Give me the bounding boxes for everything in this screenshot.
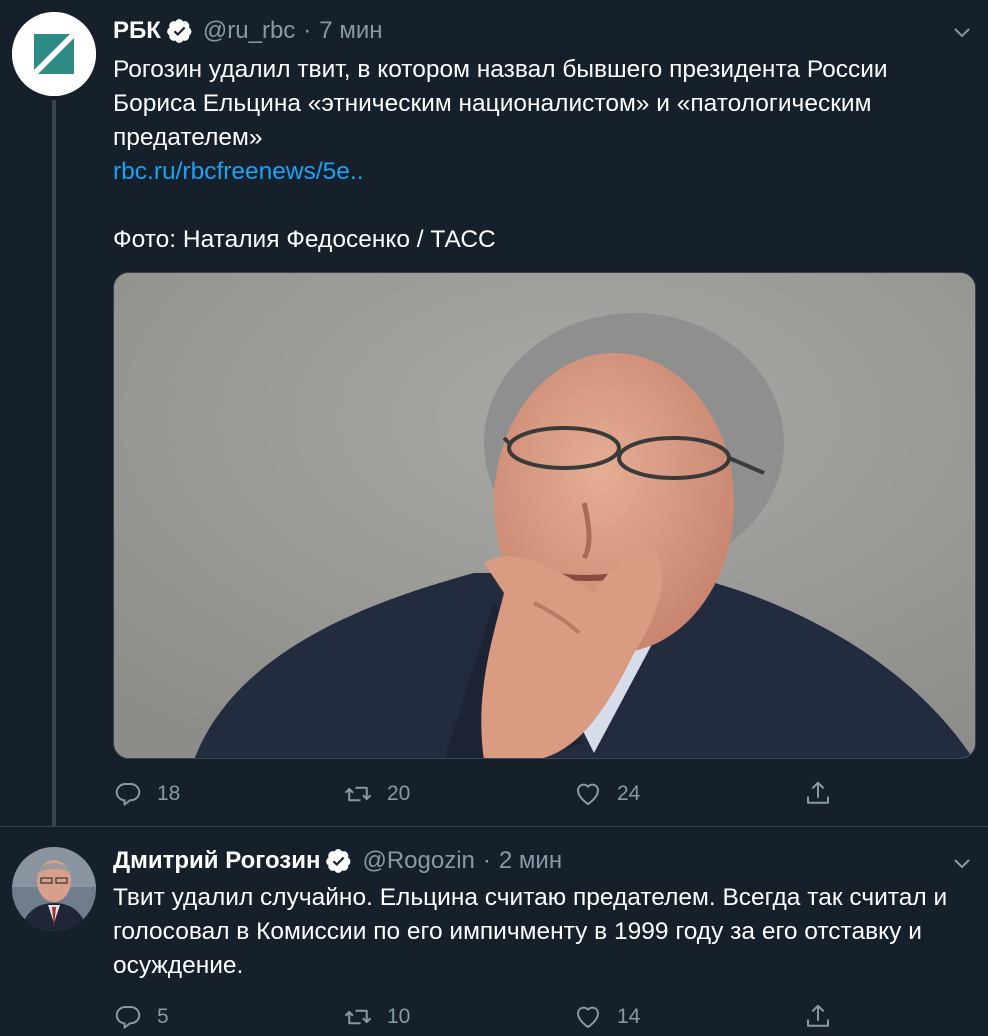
author-handle[interactable]: @Rogozin [362, 847, 474, 875]
chevron-down-icon[interactable] [952, 22, 972, 42]
share-button[interactable] [803, 997, 833, 1036]
separator-dot: · [303, 17, 312, 44]
reply-icon [115, 783, 141, 806]
share-button[interactable] [803, 774, 833, 814]
author-name[interactable]: Дмитрий Рогозин [113, 847, 320, 875]
reply-count: 18 [157, 782, 181, 805]
tweet-header: Дмитрий Рогозин @Rogozin · 2 мин [113, 845, 562, 877]
avatar-portrait-icon [12, 847, 96, 931]
tweet-actions: 5 10 14 [113, 997, 853, 1036]
thread-connector [52, 100, 56, 826]
retweet-count: 20 [387, 782, 411, 805]
tweet-rbc[interactable]: РБК @ru_rbc · 7 мин Рогозин удалил твит,… [0, 0, 988, 826]
reply-icon [115, 1006, 141, 1029]
tweet-rogozin[interactable]: Дмитрий Рогозин @Rogozin · 2 мин Твит уд… [0, 826, 988, 1036]
tweet-text: Рогозин удалил твит, в котором назвал бы… [113, 53, 973, 257]
heart-icon [577, 783, 599, 805]
tweet-text: Твит удалил случайно. Ельцина считаю пре… [113, 881, 973, 983]
tweet-body: Твит удалил случайно. Ельцина считаю пре… [113, 884, 948, 979]
share-icon [807, 1004, 829, 1027]
tweet-timestamp[interactable]: 2 мин [499, 847, 562, 875]
retweet-button[interactable]: 20 [343, 774, 410, 814]
tweet-timestamp[interactable]: 7 мин [319, 17, 382, 45]
author-handle[interactable]: @ru_rbc [203, 17, 295, 45]
tweet-link[interactable]: rbc.ru/rbcfreenews/5e.. [113, 155, 973, 189]
photo-credit: Фото: Наталия Федосенко / ТАСС [113, 226, 496, 253]
tweet-body: Рогозин удалил твит, в котором назвал бы… [113, 56, 888, 151]
avatar-rogozin[interactable] [12, 847, 96, 931]
separator-dot: · [482, 847, 491, 874]
tweet-photo[interactable] [113, 272, 976, 759]
heart-icon [577, 1006, 599, 1028]
like-button[interactable]: 14 [573, 997, 640, 1036]
reply-button[interactable]: 18 [113, 774, 180, 814]
rbc-logo-icon [12, 12, 96, 96]
retweet-button[interactable]: 10 [343, 997, 410, 1036]
tweet-actions: 18 20 24 [113, 774, 853, 814]
reply-button[interactable]: 5 [113, 997, 169, 1036]
avatar-rbc[interactable] [12, 12, 96, 96]
reply-count: 5 [157, 1005, 169, 1028]
portrait-photo [114, 273, 975, 758]
verified-badge-icon [326, 849, 351, 873]
retweet-icon [344, 786, 372, 802]
retweet-icon [344, 1009, 372, 1025]
tweet-header: РБК @ru_rbc · 7 мин [113, 15, 382, 47]
verified-badge-icon [167, 19, 192, 43]
like-button[interactable]: 24 [573, 774, 640, 814]
chevron-down-icon[interactable] [952, 853, 972, 873]
share-icon [807, 781, 829, 804]
like-count: 14 [617, 1005, 641, 1028]
retweet-count: 10 [387, 1005, 411, 1028]
author-name[interactable]: РБК [113, 17, 161, 45]
like-count: 24 [617, 782, 641, 805]
